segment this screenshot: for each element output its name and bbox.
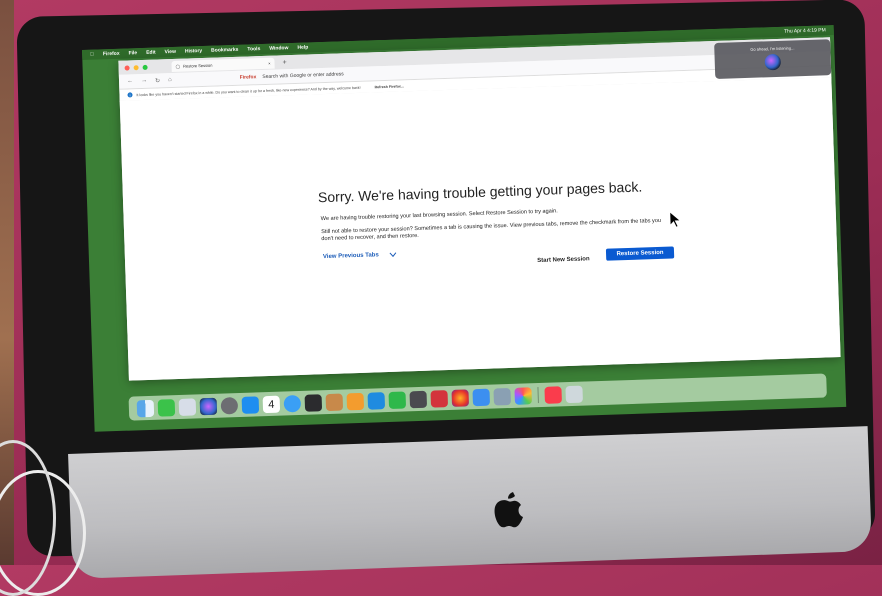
pages-icon[interactable] (346, 392, 365, 410)
facetime-icon[interactable] (157, 398, 176, 417)
menubar-clock[interactable]: Thu Apr 4 4:19 PM (784, 27, 834, 34)
numbers-icon[interactable] (388, 390, 407, 409)
keynote-icon[interactable] (367, 391, 386, 410)
mail-icon[interactable] (472, 388, 490, 406)
screenshot-icon[interactable] (409, 390, 428, 408)
imac-chin (68, 426, 872, 579)
siri-icon[interactable] (199, 397, 218, 415)
trash-icon[interactable] (565, 385, 583, 403)
menu-history[interactable]: History (185, 48, 202, 55)
music-icon[interactable] (544, 385, 562, 404)
menu-app-name[interactable]: Firefox (103, 51, 120, 58)
firefox-brand-label: Firefox (239, 74, 257, 81)
tab-close-icon[interactable]: × (268, 60, 271, 65)
screen:  Firefox File Edit View History Bookmar… (82, 25, 847, 432)
app-store-icon[interactable] (241, 395, 260, 414)
calendar-icon[interactable]: 4 (262, 395, 281, 413)
forward-icon[interactable]: → (141, 78, 147, 84)
tab-title: Restore Session (182, 62, 213, 69)
error-title: Sorry. We're having trouble getting your… (317, 178, 643, 206)
firefox-window: ◯ Restore Session × + ← → ↻ ⌂ Firefox Se… (118, 37, 841, 381)
info-icon: i (127, 92, 133, 98)
apple-logo-icon (494, 492, 523, 528)
session-restore-page: Sorry. We're having trouble getting your… (119, 77, 841, 381)
error-paragraph-2: Still not able to restore your session? … (321, 217, 662, 243)
url-bar[interactable]: Firefox Search with Google or enter addr… (240, 71, 344, 80)
menu-edit[interactable]: Edit (146, 50, 156, 56)
mouse-cursor-icon (669, 210, 682, 229)
url-placeholder: Search with Google or enter address (262, 71, 344, 81)
launchpad-icon[interactable] (178, 397, 197, 416)
preview-icon[interactable] (493, 387, 511, 406)
photos-icon[interactable] (514, 386, 532, 405)
start-new-session-button[interactable]: Start New Session (533, 253, 594, 267)
close-window-button[interactable] (124, 64, 130, 71)
view-previous-tabs-label: View Previous Tabs (322, 252, 379, 261)
restore-session-button[interactable]: Restore Session (605, 246, 675, 261)
menu-tools[interactable]: Tools (247, 46, 260, 52)
apple-menu-icon[interactable]:  (90, 52, 94, 58)
menu-view[interactable]: View (165, 49, 177, 55)
firefox-icon[interactable] (451, 388, 470, 407)
menu-window[interactable]: Window (269, 45, 288, 52)
contacts-icon[interactable] (325, 393, 344, 411)
refresh-firefox-button[interactable]: Refresh Firefox... (374, 84, 403, 89)
new-tab-button[interactable]: + (282, 59, 286, 66)
menu-bookmarks[interactable]: Bookmarks (211, 47, 238, 54)
menu-help[interactable]: Help (297, 44, 308, 50)
back-icon[interactable]: ← (127, 78, 133, 84)
safari-icon[interactable] (283, 394, 302, 412)
tab-favicon-icon: ◯ (175, 63, 181, 69)
minimize-window-button[interactable] (133, 64, 139, 70)
dock-separator (537, 387, 539, 404)
finder-icon[interactable] (136, 399, 155, 417)
photo-booth-icon[interactable] (430, 389, 449, 408)
siri-orb-icon[interactable] (764, 53, 782, 71)
error-paragraph-1: We are having trouble restoring your las… (320, 208, 558, 223)
view-previous-tabs-toggle[interactable]: View Previous Tabs (323, 252, 397, 260)
reload-icon[interactable]: ↻ (155, 77, 160, 84)
menu-file[interactable]: File (128, 50, 137, 56)
calculator-icon[interactable] (304, 393, 323, 412)
system-preferences-icon[interactable] (220, 396, 239, 415)
home-icon[interactable]: ⌂ (168, 77, 172, 83)
siri-panel[interactable]: Go ahead, I'm listening... (714, 39, 832, 80)
zoom-window-button[interactable] (142, 64, 148, 70)
chevron-down-icon (389, 252, 397, 258)
